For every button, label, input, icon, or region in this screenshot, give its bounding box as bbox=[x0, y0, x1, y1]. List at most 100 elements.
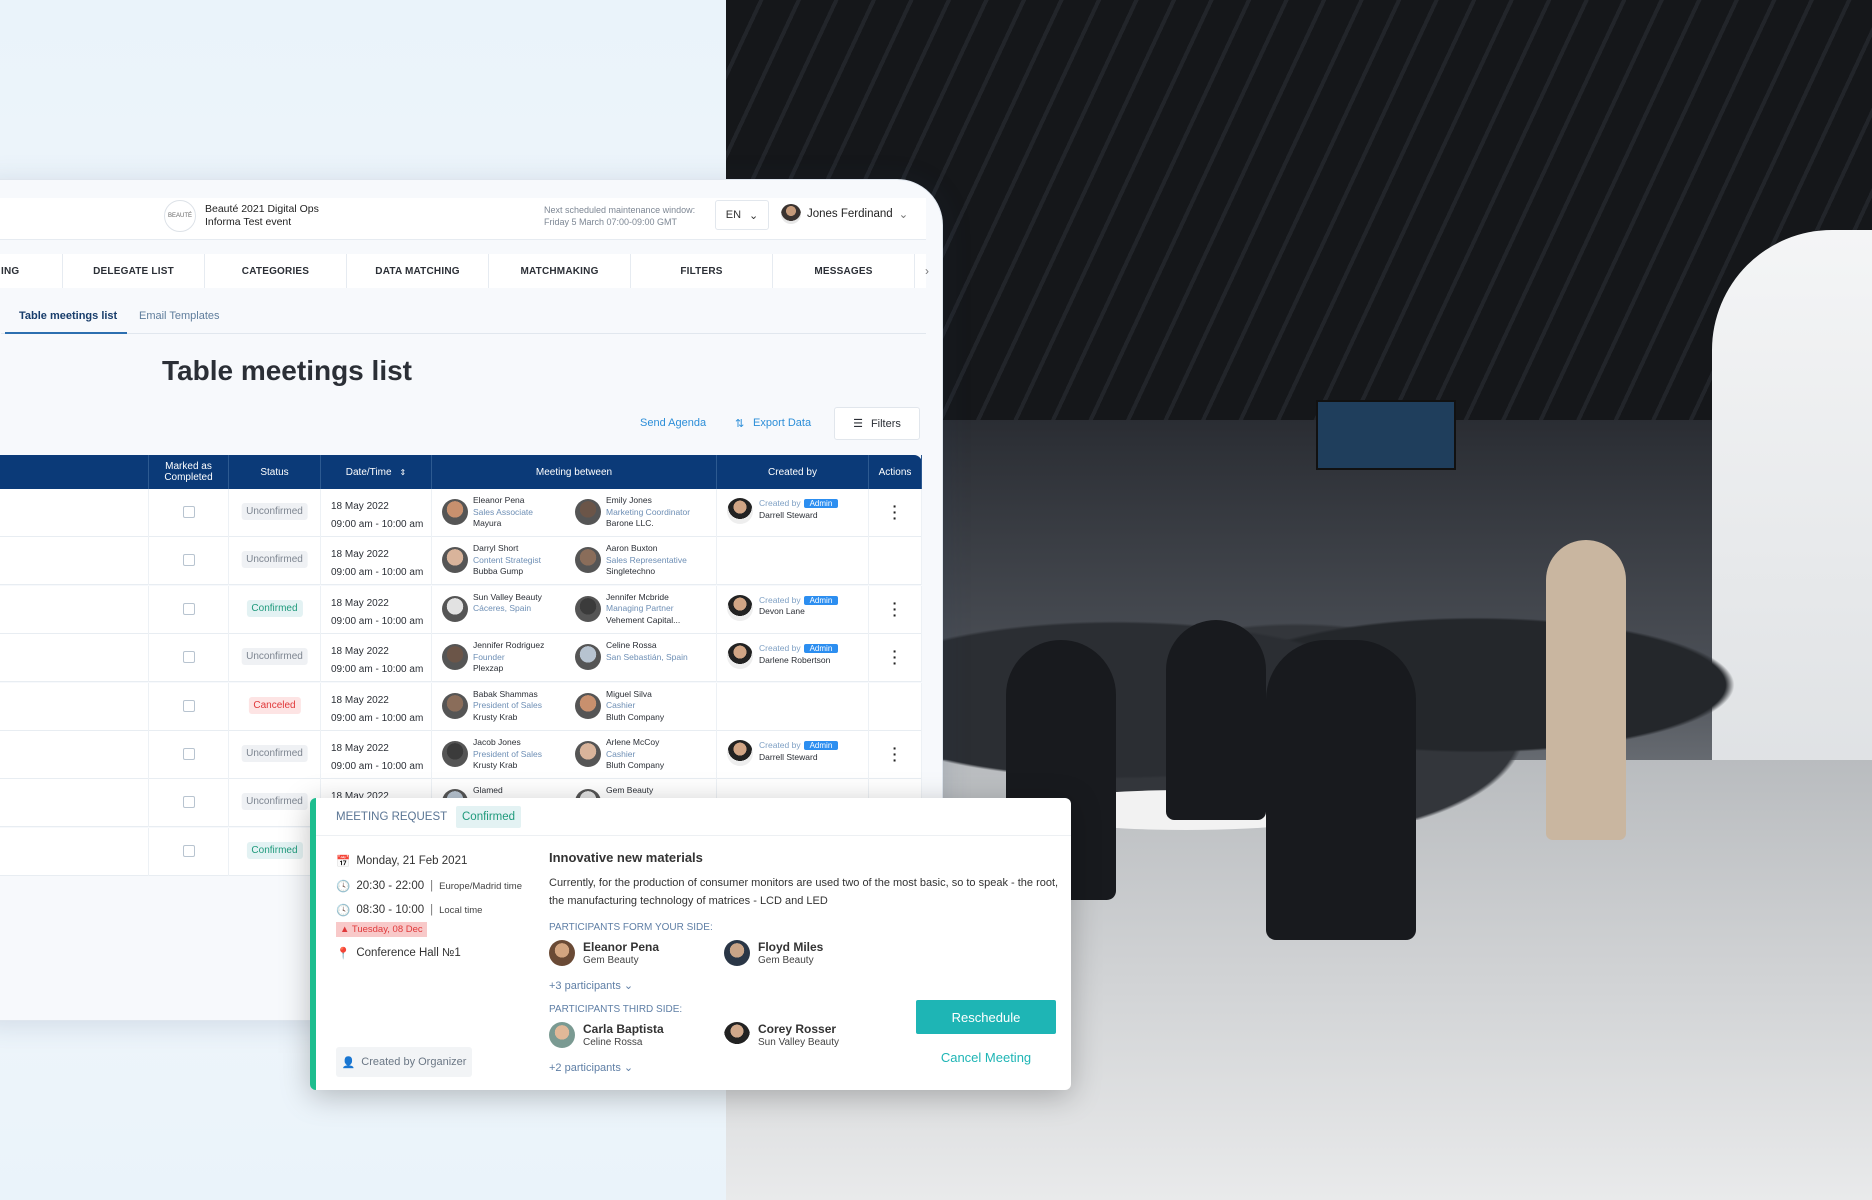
popup-header: MEETING REQUEST Confirmed bbox=[316, 798, 1071, 836]
status-badge: Unconfirmed bbox=[241, 745, 308, 762]
table-row[interactable]: Unconfirmed 18 May 2022 09:00 am - 10:00 … bbox=[0, 731, 922, 779]
export-data-button[interactable]: Export Data bbox=[753, 417, 811, 429]
column-label: Marked as Completed bbox=[164, 461, 213, 483]
participant-company: Bluth Company bbox=[606, 760, 665, 770]
completed-checkbox[interactable] bbox=[182, 699, 195, 712]
avatar bbox=[724, 1022, 750, 1048]
timezone: Local time bbox=[439, 904, 483, 916]
completed-checkbox[interactable] bbox=[182, 796, 195, 809]
nav-tab[interactable]: ING bbox=[0, 254, 63, 288]
participant-role: San Sebastián, Spain bbox=[606, 651, 688, 662]
page-title: Table meetings list bbox=[162, 355, 412, 386]
table-row[interactable]: Unconfirmed 18 May 2022 09:00 am - 10:00 … bbox=[0, 537, 922, 586]
meeting-between-cell: Sun Valley Beauty Cáceres, Spain Jennifer … bbox=[432, 585, 717, 634]
row-cell bbox=[0, 731, 149, 779]
completed-checkbox[interactable] bbox=[182, 554, 195, 567]
chevron-right-icon[interactable]: › bbox=[915, 254, 929, 288]
participant-role: Content Strategist bbox=[473, 554, 542, 565]
participant: Miguel Silva Cashier Bluth Company bbox=[575, 689, 664, 724]
tab-table-meetings-list[interactable]: Table meetings list bbox=[19, 310, 117, 322]
sort-icon[interactable]: ⇕ bbox=[400, 467, 407, 478]
row-cell bbox=[0, 682, 149, 731]
participant-name: Sun Valley Beauty bbox=[473, 591, 542, 602]
participant-company: Barone LLC. bbox=[606, 518, 654, 528]
completed-checkbox[interactable] bbox=[182, 844, 195, 857]
admin-badge: Admin bbox=[803, 595, 839, 605]
column-label: Meeting between bbox=[535, 466, 613, 478]
nav-tab[interactable]: DATA MATCHING bbox=[347, 254, 489, 288]
send-agenda-button[interactable]: Send Agenda bbox=[640, 417, 706, 429]
more-vertical-icon[interactable]: · · · bbox=[893, 596, 898, 622]
meeting-between-cell: Jennifer Rodriguez Founder Plexzap Celine R… bbox=[432, 634, 717, 683]
user-name: Jones Ferdinand bbox=[807, 208, 893, 220]
status-badge: Confirmed bbox=[456, 806, 522, 828]
meeting-time-2: 🕓 08:30 - 10:00 | Local time bbox=[336, 903, 482, 917]
nav-tab[interactable]: FILTERS bbox=[631, 254, 773, 288]
column-header bbox=[0, 455, 149, 489]
participant: Jacob Jones President of Sales Krusty Krab bbox=[442, 737, 542, 772]
expand-your-participants[interactable]: +3 participants ⌄ bbox=[549, 979, 1059, 992]
more-vertical-icon[interactable]: · · · bbox=[893, 644, 898, 670]
participant-name: Babak Shammas bbox=[473, 688, 538, 699]
event-subtitle: Informa Test event bbox=[205, 216, 292, 228]
participant-role: Cáceres, Spain bbox=[473, 603, 532, 614]
user-menu[interactable]: Jones Ferdinand ⌄ bbox=[781, 204, 908, 224]
participant-name: Eleanor Pena bbox=[473, 495, 525, 505]
date-warning: ▲ Tuesday, 08 Dec bbox=[336, 922, 427, 937]
participant-role: President of Sales bbox=[473, 748, 542, 759]
participant-role: Marketing Coordinator bbox=[606, 506, 691, 517]
top-header: BEAUTÉ Beauté 2021 Digital Ops Informa T… bbox=[0, 198, 926, 240]
completed-checkbox[interactable] bbox=[182, 651, 195, 664]
creator: Created by Admin Darrell Steward bbox=[727, 740, 839, 766]
nav-tab[interactable]: DELEGATE LIST bbox=[63, 254, 205, 288]
more-vertical-icon[interactable]: · · · bbox=[893, 499, 898, 525]
datetime-cell: 18 May 2022 09:00 am - 10:00 am bbox=[321, 585, 432, 634]
avatar bbox=[781, 204, 801, 224]
clock-icon: 🕓 bbox=[336, 905, 351, 917]
completed-checkbox[interactable] bbox=[182, 748, 195, 760]
cancel-meeting-button[interactable]: Cancel Meeting bbox=[916, 1050, 1056, 1065]
reschedule-button[interactable]: Reschedule bbox=[916, 1000, 1056, 1034]
filters-button[interactable]: ☰ Filters bbox=[834, 407, 920, 440]
avatar bbox=[549, 940, 575, 966]
creator-name: Darrell Steward bbox=[759, 509, 818, 520]
completed-cell bbox=[149, 731, 229, 779]
column-header[interactable]: Date/Time ⇕ bbox=[321, 455, 432, 489]
actions-cell: · · · bbox=[869, 731, 922, 779]
time-text: 20:30 - 22:00 bbox=[356, 880, 425, 892]
creator: Created by Admin Devon Lane bbox=[727, 594, 839, 621]
actions-cell bbox=[869, 682, 922, 731]
tab-email-templates[interactable]: Email Templates bbox=[139, 310, 220, 322]
nav-tab[interactable]: MESSAGES bbox=[773, 254, 915, 288]
completed-checkbox[interactable] bbox=[182, 602, 195, 615]
nav-tab[interactable]: CATEGORIES bbox=[205, 254, 347, 288]
column-label: Status bbox=[260, 466, 289, 478]
meeting-time: 09:00 am - 10:00 am bbox=[331, 712, 424, 724]
participant: Floyd Miles Gem Beauty bbox=[724, 940, 823, 966]
status-cell: Unconfirmed bbox=[229, 779, 321, 828]
timezone: Europe/Madrid time bbox=[439, 880, 523, 892]
datetime-cell: 18 May 2022 09:00 am - 10:00 am bbox=[321, 489, 432, 537]
subtabs: Table meetings list Email Templates bbox=[1, 304, 926, 334]
table-row[interactable]: Canceled 18 May 2022 09:00 am - 10:00 am … bbox=[0, 682, 922, 731]
created-by-label: Created by bbox=[759, 594, 801, 605]
nav-tab[interactable]: MATCHMAKING bbox=[489, 254, 631, 288]
table-row[interactable]: Unconfirmed 18 May 2022 09:00 am - 10:00 … bbox=[0, 489, 922, 537]
more-vertical-icon[interactable]: · · · bbox=[893, 741, 898, 767]
avatar bbox=[575, 499, 601, 525]
completed-checkbox[interactable] bbox=[182, 506, 195, 518]
logo-text: BEAUTÉ bbox=[167, 213, 192, 219]
participant-role: Cashier bbox=[606, 700, 636, 711]
table-row[interactable]: Confirmed 18 May 2022 09:00 am - 10:00 am… bbox=[0, 585, 922, 634]
divider: | bbox=[430, 880, 434, 892]
status-badge: Unconfirmed bbox=[241, 551, 308, 569]
event-info: Beauté 2021 Digital Ops Informa Test eve… bbox=[205, 203, 319, 229]
chevron-down-icon: ⌄ bbox=[749, 209, 759, 222]
location-text: Conference Hall №1 bbox=[356, 947, 461, 959]
status-badge: Canceled bbox=[248, 696, 301, 714]
participant-company: Singletechno bbox=[606, 566, 656, 577]
language-select[interactable]: EN ⌄ bbox=[715, 200, 769, 230]
avatar bbox=[575, 644, 601, 671]
active-tab-indicator bbox=[5, 332, 127, 334]
table-row[interactable]: Unconfirmed 18 May 2022 09:00 am - 10:00 … bbox=[0, 634, 922, 683]
